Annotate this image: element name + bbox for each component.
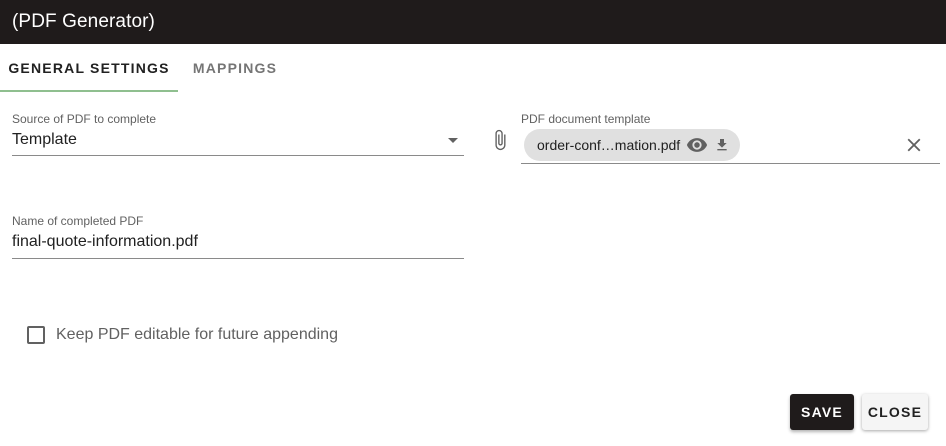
title-bar: (PDF Generator)	[0, 0, 946, 44]
keep-editable-option[interactable]: Keep PDF editable for future appending	[27, 326, 338, 344]
source-value: Template	[12, 131, 77, 148]
template-file-chip[interactable]: order-conf…mation.pdf	[524, 129, 741, 161]
template-file-name: order-conf…mation.pdf	[537, 137, 681, 153]
source-underline	[12, 155, 464, 156]
completed-name-label: Name of completed PDF	[12, 214, 144, 228]
dropdown-arrow-icon[interactable]	[448, 138, 458, 143]
tab-bar: GENERAL SETTINGS MAPPINGS	[0, 44, 292, 92]
completed-name-underline	[12, 258, 464, 259]
completed-name-field[interactable]: Name of completed PDF final-quote-inform…	[12, 214, 464, 260]
completed-name-value: final-quote-information.pdf	[12, 233, 198, 250]
active-tab-indicator	[0, 90, 178, 92]
source-label: Source of PDF to complete	[12, 112, 157, 126]
template-field: PDF document template order-conf…mation.…	[521, 112, 940, 166]
save-button[interactable]: SAVE	[790, 394, 854, 430]
dialog-title: (PDF Generator)	[12, 11, 155, 32]
close-icon[interactable]	[903, 134, 925, 156]
paperclip-icon[interactable]	[489, 128, 511, 152]
tab-mappings[interactable]: MAPPINGS	[178, 44, 292, 92]
template-underline	[521, 163, 940, 164]
eye-icon[interactable]	[686, 134, 708, 156]
source-select[interactable]: Source of PDF to complete Template	[12, 112, 464, 158]
close-button[interactable]: CLOSE	[862, 394, 928, 430]
keep-editable-label: Keep PDF editable for future appending	[56, 326, 338, 343]
keep-editable-checkbox[interactable]	[27, 326, 45, 344]
tab-general-settings[interactable]: GENERAL SETTINGS	[0, 44, 178, 92]
download-icon[interactable]	[714, 137, 730, 153]
pdf-generator-dialog: (PDF Generator) GENERAL SETTINGS MAPPING…	[0, 0, 946, 446]
template-label: PDF document template	[521, 112, 651, 126]
